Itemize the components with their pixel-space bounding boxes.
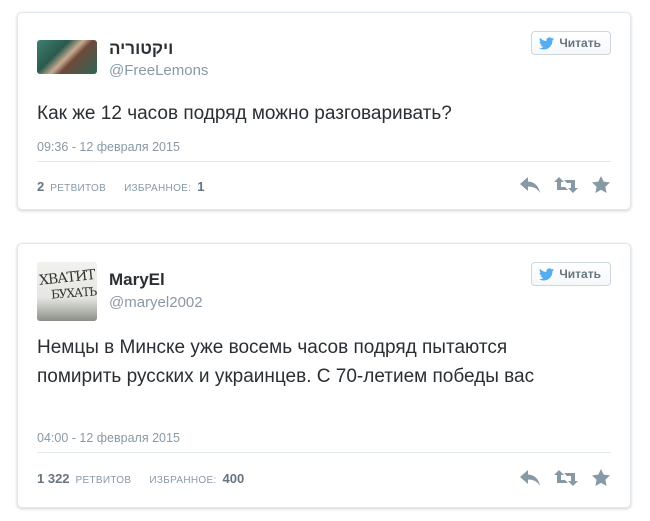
- favorites-count[interactable]: 400: [223, 471, 245, 486]
- divider: [37, 452, 611, 453]
- favorites-label: избранное:: [149, 475, 217, 486]
- tweet-card: ויקטוריה @FreeLemons Читать Как же 12 ча…: [17, 12, 631, 210]
- retweets-count[interactable]: 1 322: [37, 471, 70, 486]
- tweet-stats: 2 ретвитов избранное: 1: [37, 179, 204, 194]
- avatar[interactable]: ХВАТИТ БУХАТЬ: [37, 262, 97, 321]
- tweet-stats: 1 322 ретвитов избранное: 400: [37, 471, 244, 486]
- favorites-label: избранное:: [124, 183, 192, 194]
- tweet-actions: [520, 176, 610, 193]
- tweet-text: Немцы в Минске уже восемь часов подряд п…: [37, 337, 535, 387]
- avatar-graffiti-line2: БУХАТЬ: [50, 284, 97, 302]
- tweet-card: ХВАТИТ БУХАТЬ MaryEl @maryel2002 Читать …: [17, 243, 631, 508]
- avatar[interactable]: [37, 40, 97, 74]
- retweets-label: ретвитов: [50, 183, 107, 194]
- retweets-label: ретвитов: [75, 475, 132, 486]
- follow-label: Читать: [559, 36, 601, 50]
- retweets-count[interactable]: 2: [37, 179, 44, 194]
- tweet-timestamp[interactable]: 09:36 - 12 февраля 2015: [37, 140, 180, 154]
- follow-button[interactable]: Читать: [531, 31, 611, 55]
- display-name[interactable]: ויקטוריה: [109, 39, 173, 59]
- divider: [37, 161, 611, 162]
- follow-label: Читать: [559, 267, 601, 281]
- tweet-text: Как же 12 часов подряд можно разговарива…: [37, 103, 452, 124]
- user-handle[interactable]: @FreeLemons: [109, 62, 208, 79]
- retweet-icon[interactable]: [554, 469, 578, 486]
- star-icon[interactable]: [592, 469, 610, 486]
- star-icon[interactable]: [592, 176, 610, 193]
- user-handle[interactable]: @maryel2002: [109, 294, 203, 311]
- display-name[interactable]: MaryEl: [109, 270, 165, 290]
- tweet-timestamp[interactable]: 04:00 - 12 февраля 2015: [37, 431, 180, 445]
- twitter-bird-icon: [539, 36, 555, 49]
- reply-icon[interactable]: [520, 469, 540, 486]
- favorites-count[interactable]: 1: [197, 179, 204, 194]
- reply-icon[interactable]: [520, 176, 540, 193]
- retweet-icon[interactable]: [554, 176, 578, 193]
- twitter-bird-icon: [539, 267, 555, 280]
- follow-button[interactable]: Читать: [531, 262, 611, 286]
- tweet-actions: [520, 469, 610, 486]
